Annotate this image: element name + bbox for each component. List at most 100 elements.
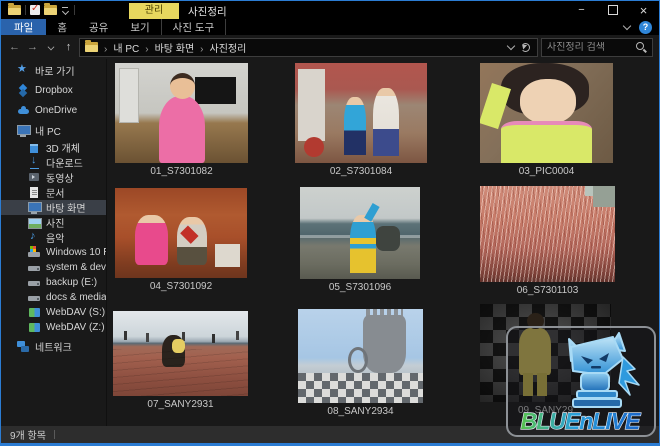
sidebar-item-backup-drive[interactable]: backup (E:) [1, 275, 106, 290]
watermark-text: BLUEnLIVE [521, 408, 641, 434]
breadcrumb-folder-icon [85, 42, 98, 52]
sidebar-item-windows-drive[interactable]: Windows 10 Rises ( [1, 245, 106, 260]
photo-thumbnail [480, 63, 613, 163]
file-item[interactable]: 05_S7301096 [300, 187, 420, 293]
sidebar-item-system-drive[interactable]: system & develop ( [1, 260, 106, 275]
back-button[interactable]: ← [7, 38, 22, 56]
sidebar-item-downloads[interactable]: 다운로드 [1, 155, 106, 170]
divider [74, 5, 75, 15]
file-name: 01_S7301082 [115, 166, 248, 177]
maximize-button[interactable] [597, 1, 628, 19]
photo-art [170, 73, 195, 99]
windows-drive-icon [28, 246, 41, 259]
photo-thumbnail [300, 187, 420, 279]
quick-access-toolbar [1, 5, 75, 15]
file-name: 08_SANY2934 [298, 406, 423, 417]
sidebar-item-webdav-s[interactable]: WebDAV (S:) [1, 305, 106, 320]
search-icon[interactable] [635, 41, 647, 53]
photo-thumbnail [298, 309, 423, 403]
divider [54, 430, 55, 439]
drive-icon [28, 291, 41, 304]
file-item[interactable]: 04_S7301092 [115, 188, 247, 292]
file-name: 02_S7301084 [295, 166, 427, 177]
file-item[interactable]: 08_SANY2934 [298, 309, 423, 417]
sidebar-item-pictures[interactable]: 사진 [1, 215, 106, 230]
up-button[interactable]: ↑ [61, 38, 76, 56]
forward-button[interactable]: → [25, 38, 40, 56]
photo-art [298, 69, 326, 141]
file-name: 03_PIC0004 [480, 166, 613, 177]
close-button[interactable] [628, 1, 659, 19]
search-input[interactable] [542, 42, 635, 53]
tab-share[interactable]: 공유 [78, 19, 119, 35]
file-item[interactable]: 07_SANY2931 [113, 311, 248, 410]
address-bar-row: ← → ↑ 내 PC 바탕 화면 사진정리 [1, 35, 659, 59]
sidebar-item-documents[interactable]: 문서 [1, 185, 106, 200]
star-icon [17, 64, 30, 77]
file-name: 06_S7301103 [480, 285, 615, 296]
bluenlive-watermark: BLUEnLIVE [506, 326, 656, 437]
sidebar-item-docs-drive[interactable]: docs & media data [1, 290, 106, 305]
breadcrumb-segment-folder[interactable]: 사진정리 [194, 40, 246, 55]
help-icon[interactable] [639, 21, 652, 34]
address-breadcrumb-bar[interactable]: 내 PC 바탕 화면 사진정리 [79, 38, 538, 57]
file-item[interactable]: 06_S7301103 [480, 186, 615, 296]
photo-art [366, 309, 404, 324]
file-item[interactable]: 02_S7301084 [295, 63, 427, 177]
cube-icon [28, 141, 41, 154]
tab-home[interactable]: 홈 [46, 19, 78, 35]
customize-qat-icon[interactable] [61, 6, 70, 15]
title-bar: 관리 사진정리 [1, 1, 659, 19]
tab-file[interactable]: 파일 [1, 19, 46, 35]
new-folder-icon[interactable] [44, 5, 57, 15]
expand-ribbon-chevron-icon[interactable] [623, 21, 631, 29]
sidebar-item-desktop[interactable]: 바탕 화면 [1, 200, 106, 215]
sidebar-item-network[interactable]: 네트워크 [1, 338, 106, 354]
sidebar-item-onedrive[interactable]: OneDrive [1, 102, 106, 118]
ribbon-right-controls [624, 19, 659, 35]
sidebar-item-quick-access[interactable]: 바로 가기 [1, 62, 106, 78]
properties-icon[interactable] [30, 5, 40, 15]
sidebar-item-3d-objects[interactable]: 3D 개체 [1, 140, 106, 155]
recent-locations-chevron-icon[interactable] [43, 38, 58, 56]
item-count: 9개 항목 [10, 427, 46, 442]
photo-art [119, 68, 139, 123]
ribbon-tab-bar: 파일 홈 공유 보기 사진 도구 [1, 19, 659, 35]
this-pc-children: 3D 개체 다운로드 동영상 문서 바탕 화면 사진 음악 Windows 10… [1, 140, 106, 335]
file-name: 07_SANY2931 [113, 399, 248, 410]
photo-art [365, 203, 381, 222]
webdav-drive-icon [28, 321, 41, 334]
sidebar-item-this-pc[interactable]: 내 PC [1, 122, 106, 138]
refresh-icon[interactable] [521, 43, 530, 52]
sidebar-item-dropbox[interactable]: Dropbox [1, 82, 106, 98]
sidebar-item-music[interactable]: 음악 [1, 230, 106, 245]
photo-art [300, 235, 420, 238]
photo-art [304, 137, 324, 157]
dropbox-icon [17, 84, 30, 97]
address-dropdown-chevron-icon[interactable] [507, 41, 515, 49]
manage-contextual-tab[interactable]: 관리 [129, 3, 179, 19]
breadcrumb-segment-pc[interactable]: 내 PC [98, 40, 139, 55]
minimize-button[interactable] [566, 1, 597, 19]
breadcrumb-segment-desktop[interactable]: 바탕 화면 [139, 40, 194, 55]
photo-art [348, 347, 368, 373]
app-folder-icon [8, 5, 21, 15]
window-controls [566, 1, 659, 19]
music-icon [28, 231, 41, 244]
photo-thumbnail [115, 63, 248, 163]
network-icon [17, 340, 30, 353]
photo-thumbnail [295, 63, 427, 163]
tab-picture-tools[interactable]: 사진 도구 [161, 19, 227, 35]
file-item[interactable]: 03_PIC0004 [480, 63, 613, 177]
desktop-icon [28, 201, 41, 214]
photo-thumbnail [480, 186, 615, 282]
tab-view[interactable]: 보기 [119, 19, 160, 35]
drive-icon [28, 276, 41, 289]
photo-thumbnail [113, 311, 248, 396]
photo-art [585, 186, 596, 196]
file-item[interactable]: 01_S7301082 [115, 63, 248, 177]
explorer-window: 관리 사진정리 파일 홈 공유 보기 사진 도구 ← → ↑ 내 PC 바탕 화… [0, 0, 660, 446]
sidebar-item-webdav-z[interactable]: WebDAV (Z:) [1, 320, 106, 335]
photo-art [215, 244, 240, 267]
sidebar-item-videos[interactable]: 동영상 [1, 170, 106, 185]
